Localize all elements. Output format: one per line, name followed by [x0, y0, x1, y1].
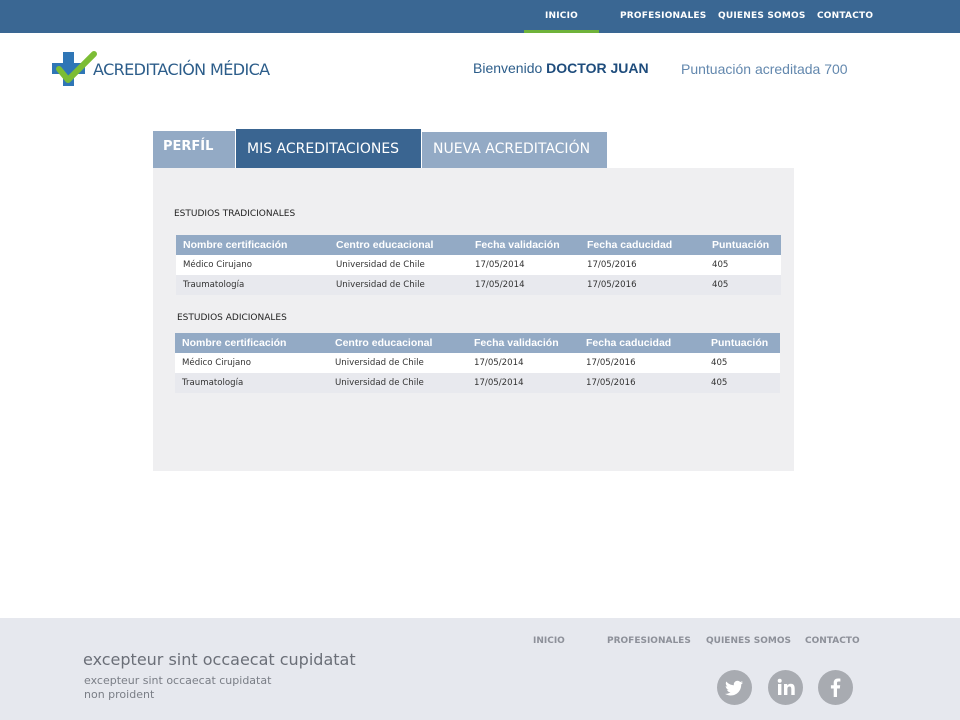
column-header: Puntuación [711, 337, 769, 349]
cell: Universidad de Chile [336, 280, 425, 290]
table-row[interactable]: Traumatología Universidad de Chile 17/05… [176, 275, 781, 295]
table-header: Nombre certificación Centro educacional … [176, 235, 781, 255]
cell: 17/05/2016 [586, 378, 636, 388]
nav-inicio[interactable]: INICIO [524, 0, 599, 33]
table-header: Nombre certificación Centro educacional … [175, 333, 780, 353]
section-title-adicionales: ESTUDIOS ADICIONALES [177, 313, 287, 323]
footer-title: excepteur sint occaecat cupidatat [83, 650, 356, 669]
column-header: Fecha caducidad [587, 239, 673, 251]
column-header: Fecha caducidad [586, 337, 672, 349]
table-row[interactable]: Médico Cirujano Universidad de Chile 17/… [176, 255, 781, 275]
cell: 405 [711, 358, 728, 368]
footer-subtitle: excepteur sint occaecat cupidatat non pr… [84, 674, 272, 701]
column-header: Nombre certificación [182, 337, 287, 349]
section-title-tradicionales: ESTUDIOS TRADICIONALES [174, 209, 296, 219]
footer-nav-profesionales[interactable]: PROFESIONALES [607, 636, 691, 646]
column-header: Puntuación [712, 239, 770, 251]
column-header: Fecha validación [475, 239, 560, 251]
nav-quienes-somos[interactable]: QUIENES SOMOS [718, 0, 806, 33]
tab-mis-acreditaciones[interactable]: MIS ACREDITACIONES [236, 129, 421, 168]
table-adicionales: Nombre certificación Centro educacional … [175, 333, 780, 393]
column-header: Centro educacional [336, 239, 434, 251]
welcome-message: Bienvenido DOCTOR JUAN [473, 60, 649, 76]
table-row[interactable]: Traumatología Universidad de Chile 17/05… [175, 373, 780, 393]
cell: Médico Cirujano [183, 260, 252, 270]
nav-contacto[interactable]: CONTACTO [817, 0, 873, 33]
tab-nueva-acreditacion[interactable]: NUEVA ACREDITACIÓN [422, 132, 607, 168]
nav-profesionales[interactable]: PROFESIONALES [620, 0, 706, 33]
logo-text: ACREDITACIÓN MÉDICA [93, 60, 270, 79]
footer-nav-inicio[interactable]: INICIO [533, 636, 565, 646]
footer [0, 618, 960, 720]
tab-perfil[interactable]: PERFÍL [153, 131, 235, 168]
cell: 405 [712, 280, 729, 290]
cell: Traumatología [182, 378, 244, 388]
cell: 17/05/2014 [475, 260, 525, 270]
table-row[interactable]: Médico Cirujano Universidad de Chile 17/… [175, 353, 780, 373]
column-header: Centro educacional [335, 337, 433, 349]
twitter-icon[interactable] [717, 670, 752, 705]
facebook-icon[interactable] [818, 670, 853, 705]
accredited-score: Puntuación acreditada 700 [681, 61, 848, 77]
linkedin-icon[interactable] [768, 670, 803, 705]
column-header: Nombre certificación [183, 239, 288, 251]
footer-nav-quienes-somos[interactable]: QUIENES SOMOS [706, 636, 791, 646]
column-header: Fecha validación [474, 337, 559, 349]
cell: 17/05/2016 [587, 260, 637, 270]
cell: Universidad de Chile [336, 260, 425, 270]
top-navbar [0, 0, 960, 33]
cell: Médico Cirujano [182, 358, 251, 368]
cell: 17/05/2014 [474, 358, 524, 368]
cell: Universidad de Chile [335, 358, 424, 368]
cell: 17/05/2016 [586, 358, 636, 368]
footer-nav-contacto[interactable]: CONTACTO [805, 636, 860, 646]
cell: 17/05/2016 [587, 280, 637, 290]
cell: 405 [711, 378, 728, 388]
cell: 17/05/2014 [475, 280, 525, 290]
cell: Traumatología [183, 280, 245, 290]
cell: Universidad de Chile [335, 378, 424, 388]
table-tradicionales: Nombre certificación Centro educacional … [176, 235, 781, 295]
cell: 17/05/2014 [474, 378, 524, 388]
user-name: DOCTOR JUAN [546, 60, 649, 76]
cell: 405 [712, 260, 729, 270]
